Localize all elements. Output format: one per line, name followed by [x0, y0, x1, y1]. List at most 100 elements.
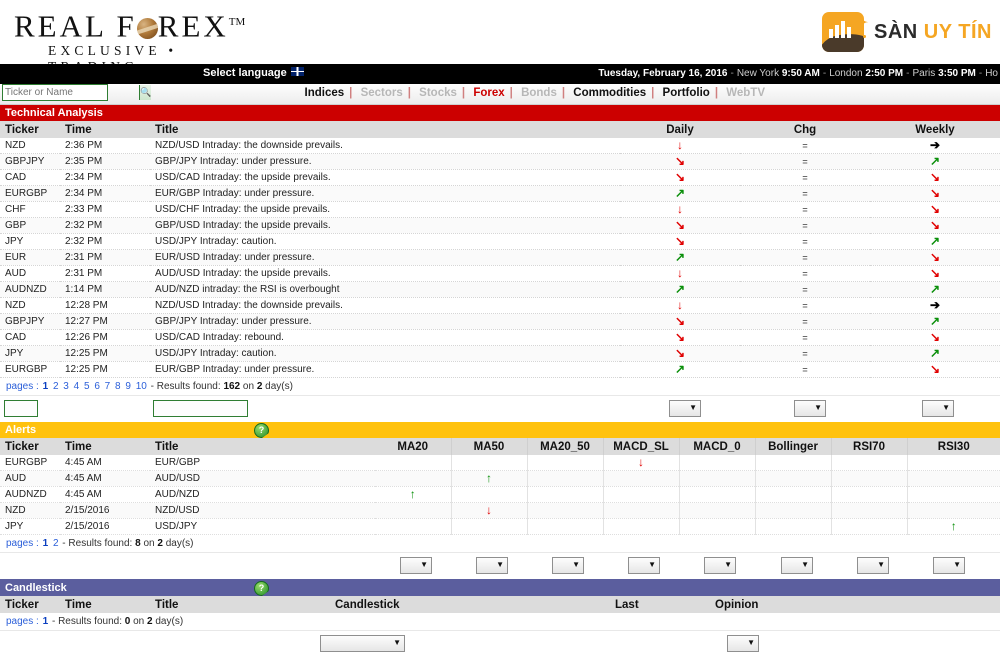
- cell-title[interactable]: AUD/NZD: [150, 486, 375, 503]
- nav-item-indices[interactable]: Indices: [305, 87, 345, 99]
- col-weekly[interactable]: Weekly: [870, 121, 1000, 138]
- pager-page-10[interactable]: 10: [136, 381, 147, 392]
- table-row[interactable]: JPY 2:32 PM USD/JPY Intraday: caution. ↘ = ↗: [0, 233, 1000, 250]
- table-row[interactable]: JPY 12:25 PM USD/JPY Intraday: caution. ↘ = ↗: [0, 345, 1000, 362]
- pager-page-1[interactable]: 1: [43, 538, 49, 549]
- filter-bollinger-select[interactable]: ▼: [781, 557, 813, 574]
- filter-candlestick-select[interactable]: ▼: [320, 635, 405, 652]
- col-rsi70[interactable]: RSI70: [831, 438, 908, 455]
- col-time[interactable]: Time: [60, 596, 150, 613]
- col-bollinger[interactable]: Bollinger: [755, 438, 832, 455]
- col-last[interactable]: Last: [610, 596, 710, 613]
- cell-title[interactable]: EUR/GBP Intraday: under pressure.: [150, 185, 620, 202]
- pager-page-4[interactable]: 4: [74, 381, 80, 392]
- table-row[interactable]: JPY 2/15/2016 USD/JPY ↑: [0, 518, 1000, 535]
- cell-title[interactable]: NZD/USD: [150, 502, 375, 519]
- col-rsi30[interactable]: RSI30: [907, 438, 1000, 455]
- table-row[interactable]: AUD 2:31 PM AUD/USD Intraday: the upside p…: [0, 265, 1000, 282]
- table-row[interactable]: AUDNZD 1:14 PM AUD/NZD intraday: the RSI i…: [0, 281, 1000, 298]
- table-row[interactable]: CHF 2:33 PM USD/CHF Intraday: the upside p…: [0, 201, 1000, 218]
- col-ma20-50[interactable]: MA20_50: [527, 438, 604, 455]
- cell-title[interactable]: GBP/USD Intraday: the upside prevails.: [150, 217, 620, 234]
- cell-title[interactable]: AUD/NZD intraday: the RSI is overbought: [150, 281, 620, 298]
- pager-page-3[interactable]: 3: [63, 381, 69, 392]
- col-ticker[interactable]: Ticker: [0, 121, 60, 138]
- col-title[interactable]: Title: [150, 121, 620, 138]
- select-language-button[interactable]: Select language: [203, 67, 304, 79]
- table-row[interactable]: GBPJPY 2:35 PM GBP/JPY Intraday: under pre…: [0, 153, 1000, 170]
- filter-ticker-input[interactable]: [4, 400, 38, 417]
- table-row[interactable]: EURGBP 12:25 PM EUR/GBP Intraday: under pr…: [0, 361, 1000, 378]
- table-row[interactable]: AUD 4:45 AM AUD/USD ↑: [0, 470, 1000, 487]
- table-row[interactable]: NZD 2/15/2016 NZD/USD ↓: [0, 502, 1000, 519]
- filter-title-input[interactable]: [153, 400, 248, 417]
- filter-daily-select[interactable]: ▼: [669, 400, 701, 417]
- col-macd-0[interactable]: MACD_0: [679, 438, 756, 455]
- table-row[interactable]: NZD 2:36 PM NZD/USD Intraday: the downside…: [0, 138, 1000, 154]
- col-ma50[interactable]: MA50: [451, 438, 528, 455]
- cell-title[interactable]: NZD/USD Intraday: the downside prevails.: [150, 297, 620, 314]
- cell-title[interactable]: EUR/GBP Intraday: under pressure.: [150, 361, 620, 378]
- cell-title[interactable]: GBP/JPY Intraday: under pressure.: [150, 153, 620, 170]
- table-row[interactable]: CAD 12:26 PM USD/CAD Intraday: rebound. ↘ = ↘: [0, 329, 1000, 346]
- cell-title[interactable]: EUR/GBP: [150, 455, 375, 471]
- col-opinion[interactable]: Opinion: [710, 596, 1000, 613]
- filter-rsi30-select[interactable]: ▼: [933, 557, 965, 574]
- filter-ma20-50-select[interactable]: ▼: [552, 557, 584, 574]
- cell-title[interactable]: AUD/USD Intraday: the upside prevails.: [150, 265, 620, 282]
- pager-page-1[interactable]: 1: [43, 381, 49, 392]
- col-ma20[interactable]: MA20: [375, 438, 452, 455]
- filter-macd-0-select[interactable]: ▼: [704, 557, 736, 574]
- col-title[interactable]: Title: [150, 596, 330, 613]
- cell-title[interactable]: USD/CHF Intraday: the upside prevails.: [150, 201, 620, 218]
- cell-title[interactable]: USD/CAD Intraday: the upside prevails.: [150, 169, 620, 186]
- table-row[interactable]: EURGBP 4:45 AM EUR/GBP ↓: [0, 455, 1000, 471]
- nav-item-webtv[interactable]: WebTV: [726, 87, 765, 99]
- pager-page-2[interactable]: 2: [53, 381, 59, 392]
- filter-ma20-select[interactable]: ▼: [400, 557, 432, 574]
- col-title[interactable]: Title: [150, 438, 375, 455]
- nav-item-stocks[interactable]: Stocks: [419, 87, 457, 99]
- search-icon[interactable]: 🔍: [139, 85, 152, 100]
- pager-page-1[interactable]: 1: [43, 616, 49, 627]
- col-ticker[interactable]: Ticker: [0, 596, 60, 613]
- filter-chg-select[interactable]: ▼: [794, 400, 826, 417]
- nav-item-forex[interactable]: Forex: [473, 87, 504, 99]
- table-row[interactable]: NZD 12:28 PM NZD/USD Intraday: the downsid…: [0, 297, 1000, 314]
- table-row[interactable]: EUR 2:31 PM EUR/USD Intraday: under pressu…: [0, 249, 1000, 266]
- filter-opinion-select[interactable]: ▼: [727, 635, 759, 652]
- nav-item-commodities[interactable]: Commodities: [573, 87, 646, 99]
- nav-item-sectors[interactable]: Sectors: [361, 87, 403, 99]
- table-row[interactable]: CAD 2:34 PM USD/CAD Intraday: the upside p…: [0, 169, 1000, 186]
- cell-title[interactable]: GBP/JPY Intraday: under pressure.: [150, 313, 620, 330]
- nav-item-portfolio[interactable]: Portfolio: [663, 87, 710, 99]
- pager-page-8[interactable]: 8: [115, 381, 121, 392]
- col-time[interactable]: Time: [60, 121, 150, 138]
- pager-page-2[interactable]: 2: [53, 538, 59, 549]
- cell-title[interactable]: EUR/USD Intraday: under pressure.: [150, 249, 620, 266]
- table-row[interactable]: AUDNZD 4:45 AM AUD/NZD ↑: [0, 486, 1000, 503]
- cell-title[interactable]: USD/JPY Intraday: caution.: [150, 233, 620, 250]
- cell-title[interactable]: NZD/USD Intraday: the downside prevails.: [150, 138, 620, 154]
- col-daily[interactable]: Daily: [620, 121, 740, 138]
- search-box[interactable]: 🔍: [2, 84, 152, 101]
- filter-ma50-select[interactable]: ▼: [476, 557, 508, 574]
- cell-title[interactable]: USD/JPY: [150, 518, 375, 535]
- pager-page-7[interactable]: 7: [105, 381, 111, 392]
- cell-title[interactable]: USD/JPY Intraday: caution.: [150, 345, 620, 362]
- pager-page-6[interactable]: 6: [94, 381, 100, 392]
- col-ticker[interactable]: Ticker: [0, 438, 60, 455]
- filter-macd-sl-select[interactable]: ▼: [628, 557, 660, 574]
- table-row[interactable]: EURGBP 2:34 PM EUR/GBP Intraday: under pre…: [0, 185, 1000, 202]
- filter-weekly-select[interactable]: ▼: [922, 400, 954, 417]
- nav-item-bonds[interactable]: Bonds: [521, 87, 557, 99]
- col-macd-sl[interactable]: MACD_SL: [603, 438, 680, 455]
- col-candlestick[interactable]: Candlestick: [330, 596, 610, 613]
- search-input[interactable]: [3, 85, 139, 100]
- table-row[interactable]: GBP 2:32 PM GBP/USD Intraday: the upside p…: [0, 217, 1000, 234]
- pager-page-5[interactable]: 5: [84, 381, 90, 392]
- cell-title[interactable]: AUD/USD: [150, 470, 375, 487]
- pager-page-9[interactable]: 9: [125, 381, 131, 392]
- filter-rsi70-select[interactable]: ▼: [857, 557, 889, 574]
- col-chg[interactable]: Chg: [740, 121, 870, 138]
